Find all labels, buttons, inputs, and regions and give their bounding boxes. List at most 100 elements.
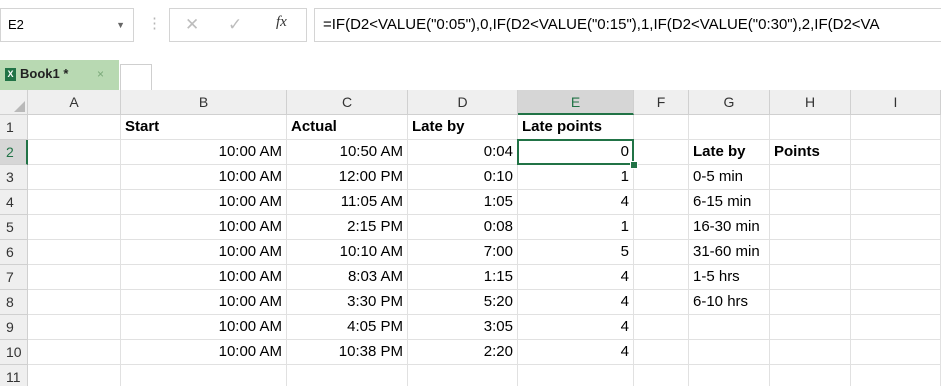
- cell-f7[interactable]: [634, 265, 689, 290]
- cell-f6[interactable]: [634, 240, 689, 265]
- workbook-tab[interactable]: X Book1 * ×: [0, 60, 119, 90]
- row-header-4[interactable]: 4: [0, 190, 28, 215]
- cell-e1[interactable]: Late points: [518, 115, 634, 140]
- cell-c10[interactable]: 10:38 PM: [287, 340, 408, 365]
- enter-icon[interactable]: ✓: [228, 15, 242, 35]
- row-header-3[interactable]: 3: [0, 165, 28, 190]
- cell-c5[interactable]: 2:15 PM: [287, 215, 408, 240]
- cell-a9[interactable]: [28, 315, 121, 340]
- cell-d5[interactable]: 0:08: [408, 215, 518, 240]
- cell-b6[interactable]: 10:00 AM: [121, 240, 287, 265]
- cell-b4[interactable]: 10:00 AM: [121, 190, 287, 215]
- cell-i2[interactable]: [851, 140, 941, 165]
- cell-g7[interactable]: 1-5 hrs: [689, 265, 770, 290]
- cell-i8[interactable]: [851, 290, 941, 315]
- cell-f2[interactable]: [634, 140, 689, 165]
- column-header-e[interactable]: E: [518, 90, 634, 115]
- cell-f10[interactable]: [634, 340, 689, 365]
- cell-d9[interactable]: 3:05: [408, 315, 518, 340]
- column-header-a[interactable]: A: [28, 90, 121, 115]
- row-header-2[interactable]: 2: [0, 140, 28, 165]
- row-header-1[interactable]: 1: [0, 115, 28, 140]
- cell-g11[interactable]: [689, 365, 770, 386]
- cell-i9[interactable]: [851, 315, 941, 340]
- cell-b8[interactable]: 10:00 AM: [121, 290, 287, 315]
- cell-g3[interactable]: 0-5 min: [689, 165, 770, 190]
- column-header-f[interactable]: F: [634, 90, 689, 115]
- cell-d1[interactable]: Late by: [408, 115, 518, 140]
- cell-c6[interactable]: 10:10 AM: [287, 240, 408, 265]
- cell-f1[interactable]: [634, 115, 689, 140]
- cell-e4[interactable]: 4: [518, 190, 634, 215]
- cell-g6[interactable]: 31-60 min: [689, 240, 770, 265]
- cell-f11[interactable]: [634, 365, 689, 386]
- row-header-11[interactable]: 11: [0, 365, 28, 386]
- cell-e6[interactable]: 5: [518, 240, 634, 265]
- row-header-9[interactable]: 9: [0, 315, 28, 340]
- cell-e10[interactable]: 4: [518, 340, 634, 365]
- cell-h4[interactable]: [770, 190, 851, 215]
- column-header-g[interactable]: G: [689, 90, 770, 115]
- cell-g10[interactable]: [689, 340, 770, 365]
- cell-a4[interactable]: [28, 190, 121, 215]
- cell-h7[interactable]: [770, 265, 851, 290]
- cell-d4[interactable]: 1:05: [408, 190, 518, 215]
- cell-i1[interactable]: [851, 115, 941, 140]
- cell-d11[interactable]: [408, 365, 518, 386]
- cell-a2[interactable]: [28, 140, 121, 165]
- name-box-dropdown-icon[interactable]: ▼: [116, 9, 125, 41]
- column-header-b[interactable]: B: [121, 90, 287, 115]
- row-header-5[interactable]: 5: [0, 215, 28, 240]
- cell-c3[interactable]: 12:00 PM: [287, 165, 408, 190]
- cell-g1[interactable]: [689, 115, 770, 140]
- row-header-8[interactable]: 8: [0, 290, 28, 315]
- cell-h11[interactable]: [770, 365, 851, 386]
- cell-e7[interactable]: 4: [518, 265, 634, 290]
- cell-i6[interactable]: [851, 240, 941, 265]
- cell-f3[interactable]: [634, 165, 689, 190]
- cell-h8[interactable]: [770, 290, 851, 315]
- cell-h9[interactable]: [770, 315, 851, 340]
- cell-e11[interactable]: [518, 365, 634, 386]
- cell-g2[interactable]: Late by: [689, 140, 770, 165]
- cell-b7[interactable]: 10:00 AM: [121, 265, 287, 290]
- cell-h6[interactable]: [770, 240, 851, 265]
- cell-d10[interactable]: 2:20: [408, 340, 518, 365]
- cell-e3[interactable]: 1: [518, 165, 634, 190]
- row-header-10[interactable]: 10: [0, 340, 28, 365]
- formula-input[interactable]: =IF(D2<VALUE("0:05"),0,IF(D2<VALUE("0:15…: [314, 8, 941, 42]
- cell-e2[interactable]: 0: [518, 140, 634, 165]
- cell-a10[interactable]: [28, 340, 121, 365]
- cell-d8[interactable]: 5:20: [408, 290, 518, 315]
- cell-b2[interactable]: 10:00 AM: [121, 140, 287, 165]
- column-header-h[interactable]: H: [770, 90, 851, 115]
- cell-i10[interactable]: [851, 340, 941, 365]
- cell-g9[interactable]: [689, 315, 770, 340]
- row-header-6[interactable]: 6: [0, 240, 28, 265]
- cell-h3[interactable]: [770, 165, 851, 190]
- cell-e9[interactable]: 4: [518, 315, 634, 340]
- cell-e5[interactable]: 1: [518, 215, 634, 240]
- cell-b11[interactable]: [121, 365, 287, 386]
- cell-d6[interactable]: 7:00: [408, 240, 518, 265]
- cell-h1[interactable]: [770, 115, 851, 140]
- cell-g4[interactable]: 6-15 min: [689, 190, 770, 215]
- cell-a5[interactable]: [28, 215, 121, 240]
- cell-h5[interactable]: [770, 215, 851, 240]
- cell-d3[interactable]: 0:10: [408, 165, 518, 190]
- close-icon[interactable]: ×: [97, 60, 104, 88]
- cell-i4[interactable]: [851, 190, 941, 215]
- cell-c4[interactable]: 11:05 AM: [287, 190, 408, 215]
- cell-d2[interactable]: 0:04: [408, 140, 518, 165]
- cell-b9[interactable]: 10:00 AM: [121, 315, 287, 340]
- cell-c11[interactable]: [287, 365, 408, 386]
- cell-b3[interactable]: 10:00 AM: [121, 165, 287, 190]
- fill-handle[interactable]: [630, 161, 638, 169]
- cell-a8[interactable]: [28, 290, 121, 315]
- column-header-c[interactable]: C: [287, 90, 408, 115]
- cell-f8[interactable]: [634, 290, 689, 315]
- cell-e8[interactable]: 4: [518, 290, 634, 315]
- cell-f9[interactable]: [634, 315, 689, 340]
- select-all-corner[interactable]: [0, 90, 28, 115]
- cell-f5[interactable]: [634, 215, 689, 240]
